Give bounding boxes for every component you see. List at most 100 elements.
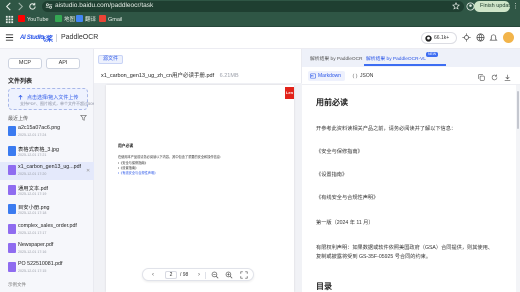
github-stars-button[interactable]: 66.1k+ xyxy=(421,32,457,44)
viewer-file-size: 6.21MB xyxy=(219,73,239,79)
active-tab-indicator xyxy=(364,64,446,66)
new-badge: NEW xyxy=(426,52,439,57)
maps-icon xyxy=(55,15,62,22)
sidebar-toggle-icon[interactable] xyxy=(5,33,14,42)
result-paragraph: 复制或披露将受到 GS-35F-05925 号合同的约束。 xyxy=(316,254,432,260)
address-bar[interactable]: aistudio.baidu.com/paddleocr/task xyxy=(42,1,464,12)
page-line: •《有线安全与合规性声明》 xyxy=(118,171,158,175)
file-item[interactable]: 表格式表格_3.jpg 2025-12-01 17:21 xyxy=(0,143,94,161)
file-item[interactable]: 通用文本.pdf 2025-12-01 17:19 xyxy=(0,182,94,200)
result-heading-toc: 目录 xyxy=(316,282,332,291)
pdf-file-icon xyxy=(8,185,16,195)
page-heading: 用户必读 xyxy=(118,144,134,148)
delete-icon[interactable]: ✕ xyxy=(86,168,90,174)
zoom-in-icon[interactable] xyxy=(225,271,233,279)
page-line: 在使用本产品前请务必阅读以下内容，其中包含了重要的安全和操作信息： xyxy=(118,155,224,159)
gmail-icon xyxy=(99,15,106,22)
forward-icon[interactable] xyxy=(16,2,25,11)
copy-icon[interactable] xyxy=(478,74,485,81)
result-panel: 解析结果 by PaddleOCR 解析结果 by PaddleOCR-VL N… xyxy=(302,49,520,292)
bookmark-translate[interactable]: 翻译 xyxy=(76,15,96,25)
youtube-icon xyxy=(18,15,25,22)
filter-icon[interactable] xyxy=(80,114,87,121)
result-tabs: 解析结果 by PaddleOCR 解析结果 by PaddleOCR-VL N… xyxy=(302,49,520,67)
tab-paddleocr[interactable]: 解析结果 by PaddleOCR xyxy=(310,55,363,62)
markdown-content: 用前必读 开参考此资料读相关产品之前，请务必阅读并了解以下信息： 《安全与保修指… xyxy=(302,85,516,292)
viewer-file-title: x1_carbon_gen13_ug_zh_cn用户必读手册.pdf 6.21M… xyxy=(101,71,239,79)
reload-icon[interactable] xyxy=(28,2,37,11)
download-icon[interactable] xyxy=(504,74,511,81)
bookmark-gmail[interactable]: Gmail xyxy=(99,15,122,25)
viewer-file-name: x1_carbon_gen13_ug_zh_cn用户必读手册.pdf xyxy=(101,73,215,79)
sample-files-label[interactable]: 示例文件 xyxy=(8,282,26,288)
json-toggle[interactable]: JSON xyxy=(350,71,373,81)
document-viewer: 源文件 x1_carbon_gen13_ug_zh_cn用户必读手册.pdf 6… xyxy=(94,49,302,292)
image-file-icon xyxy=(8,204,16,214)
result-paragraph: 开参考此资料读相关产品之前，请务必阅读并了解以下信息： xyxy=(316,126,457,132)
translate-icon xyxy=(76,15,83,22)
file-item[interactable]: a2c15a07ac6.png 2025-12-01 17:24 xyxy=(0,123,94,141)
result-toolbar: Markdown JSON xyxy=(302,67,520,85)
fit-page-icon[interactable] xyxy=(240,271,248,279)
site-info-icon[interactable] xyxy=(45,2,53,10)
tab-source-file[interactable]: 源文件 xyxy=(98,55,124,64)
prev-page-icon[interactable]: ‹ xyxy=(149,271,157,279)
browser-menu-icon[interactable]: ⋮ xyxy=(512,2,519,11)
bookmark-youtube[interactable]: YouTube xyxy=(18,15,49,25)
pdf-file-icon xyxy=(8,165,16,175)
scrollbar-thumb[interactable] xyxy=(517,91,519,129)
page-number-input[interactable]: 2 xyxy=(165,271,177,279)
result-paragraph: 第一版（2024 年 11 月） xyxy=(316,220,374,226)
tab-paddleocr-vl[interactable]: 解析结果 by PaddleOCR-VL xyxy=(366,55,426,62)
recent-uploads-label: 最近上传 xyxy=(8,116,29,122)
upload-dropzone[interactable]: 点击选择/拖入文件上传 支持PDF、图片格式，单个文件不超过50M xyxy=(8,88,96,110)
next-page-icon[interactable]: › xyxy=(195,271,203,279)
image-file-icon xyxy=(8,146,16,156)
zoom-out-icon[interactable] xyxy=(211,271,219,279)
result-heading: 用前必读 xyxy=(316,98,348,107)
pdf-file-icon xyxy=(8,262,16,272)
file-item[interactable]: complex_sales_order.pdf 2025-12-01 17:17 xyxy=(0,221,94,239)
result-scrollbar[interactable] xyxy=(516,85,520,292)
back-icon[interactable] xyxy=(4,2,13,11)
apps-grid-icon[interactable] xyxy=(5,15,14,24)
result-paragraph: 《设置指南》 xyxy=(316,172,348,178)
url-text: aistudio.baidu.com/paddleocr/task xyxy=(55,2,154,9)
github-star-count: 66.1k+ xyxy=(434,35,450,41)
pdf-file-icon xyxy=(8,224,16,234)
file-item-selected[interactable]: x1_carbon_gen13_ug...pdf 2025-12-01 17:2… xyxy=(0,162,94,180)
bookmark-maps[interactable]: 地图 xyxy=(55,15,75,25)
pager-divider xyxy=(205,272,206,279)
bookmarks-bar: YouTube 地图 翻译 Gmail xyxy=(0,13,520,27)
markdown-toggle[interactable]: Markdown xyxy=(308,71,346,81)
image-file-icon xyxy=(8,126,16,136)
notification-icon[interactable] xyxy=(489,33,498,42)
mcp-button[interactable]: MCP xyxy=(8,58,42,69)
browser-nav: aistudio.baidu.com/paddleocr/task Finish… xyxy=(0,0,520,13)
logo-cn: 飞桨 xyxy=(39,36,53,43)
bookmark-star-icon[interactable] xyxy=(452,2,460,10)
upload-title: 点击选择/拖入文件上传 xyxy=(27,95,79,101)
file-item[interactable]: Newspaper.pdf 2025-12-01 17:16 xyxy=(0,240,94,258)
github-icon xyxy=(425,34,432,42)
logo-divider xyxy=(56,34,57,42)
refresh-icon[interactable] xyxy=(491,74,498,81)
language-icon[interactable] xyxy=(476,33,485,42)
user-avatar[interactable] xyxy=(503,32,514,43)
file-item[interactable]: 目安小册.png 2025-12-01 17:18 xyxy=(0,201,94,219)
app-name: PaddleOCR xyxy=(61,34,99,41)
api-button[interactable]: API xyxy=(46,58,80,69)
file-sidebar: MCP API 文件列表 点击选择/拖入文件上传 支持PDF、图片格式，单个文件… xyxy=(0,49,96,292)
result-paragraph: 有限权利声明：如果数据或软件依照美国政府（GSA）合同提供，则其使用、 xyxy=(316,245,493,251)
total-pages: / 98 xyxy=(180,272,189,278)
file-list-title: 文件列表 xyxy=(8,79,33,85)
theme-icon[interactable] xyxy=(462,33,471,42)
pdf-file-icon xyxy=(8,243,16,253)
json-icon xyxy=(352,73,358,79)
brand-tab: Len xyxy=(285,87,294,99)
result-paragraph: 《有线安全与合规性声明》 xyxy=(316,195,379,201)
finish-update-button[interactable]: Finish update xyxy=(474,1,510,12)
upload-hint: 支持PDF、图片格式，单个文件不超过50M xyxy=(20,101,96,106)
file-item[interactable]: PO 522510081.pdf 2025-12-01 17:15 xyxy=(0,259,94,277)
app-header: AI Studio 飞桨 PaddleOCR 66.1k+ xyxy=(0,27,520,49)
